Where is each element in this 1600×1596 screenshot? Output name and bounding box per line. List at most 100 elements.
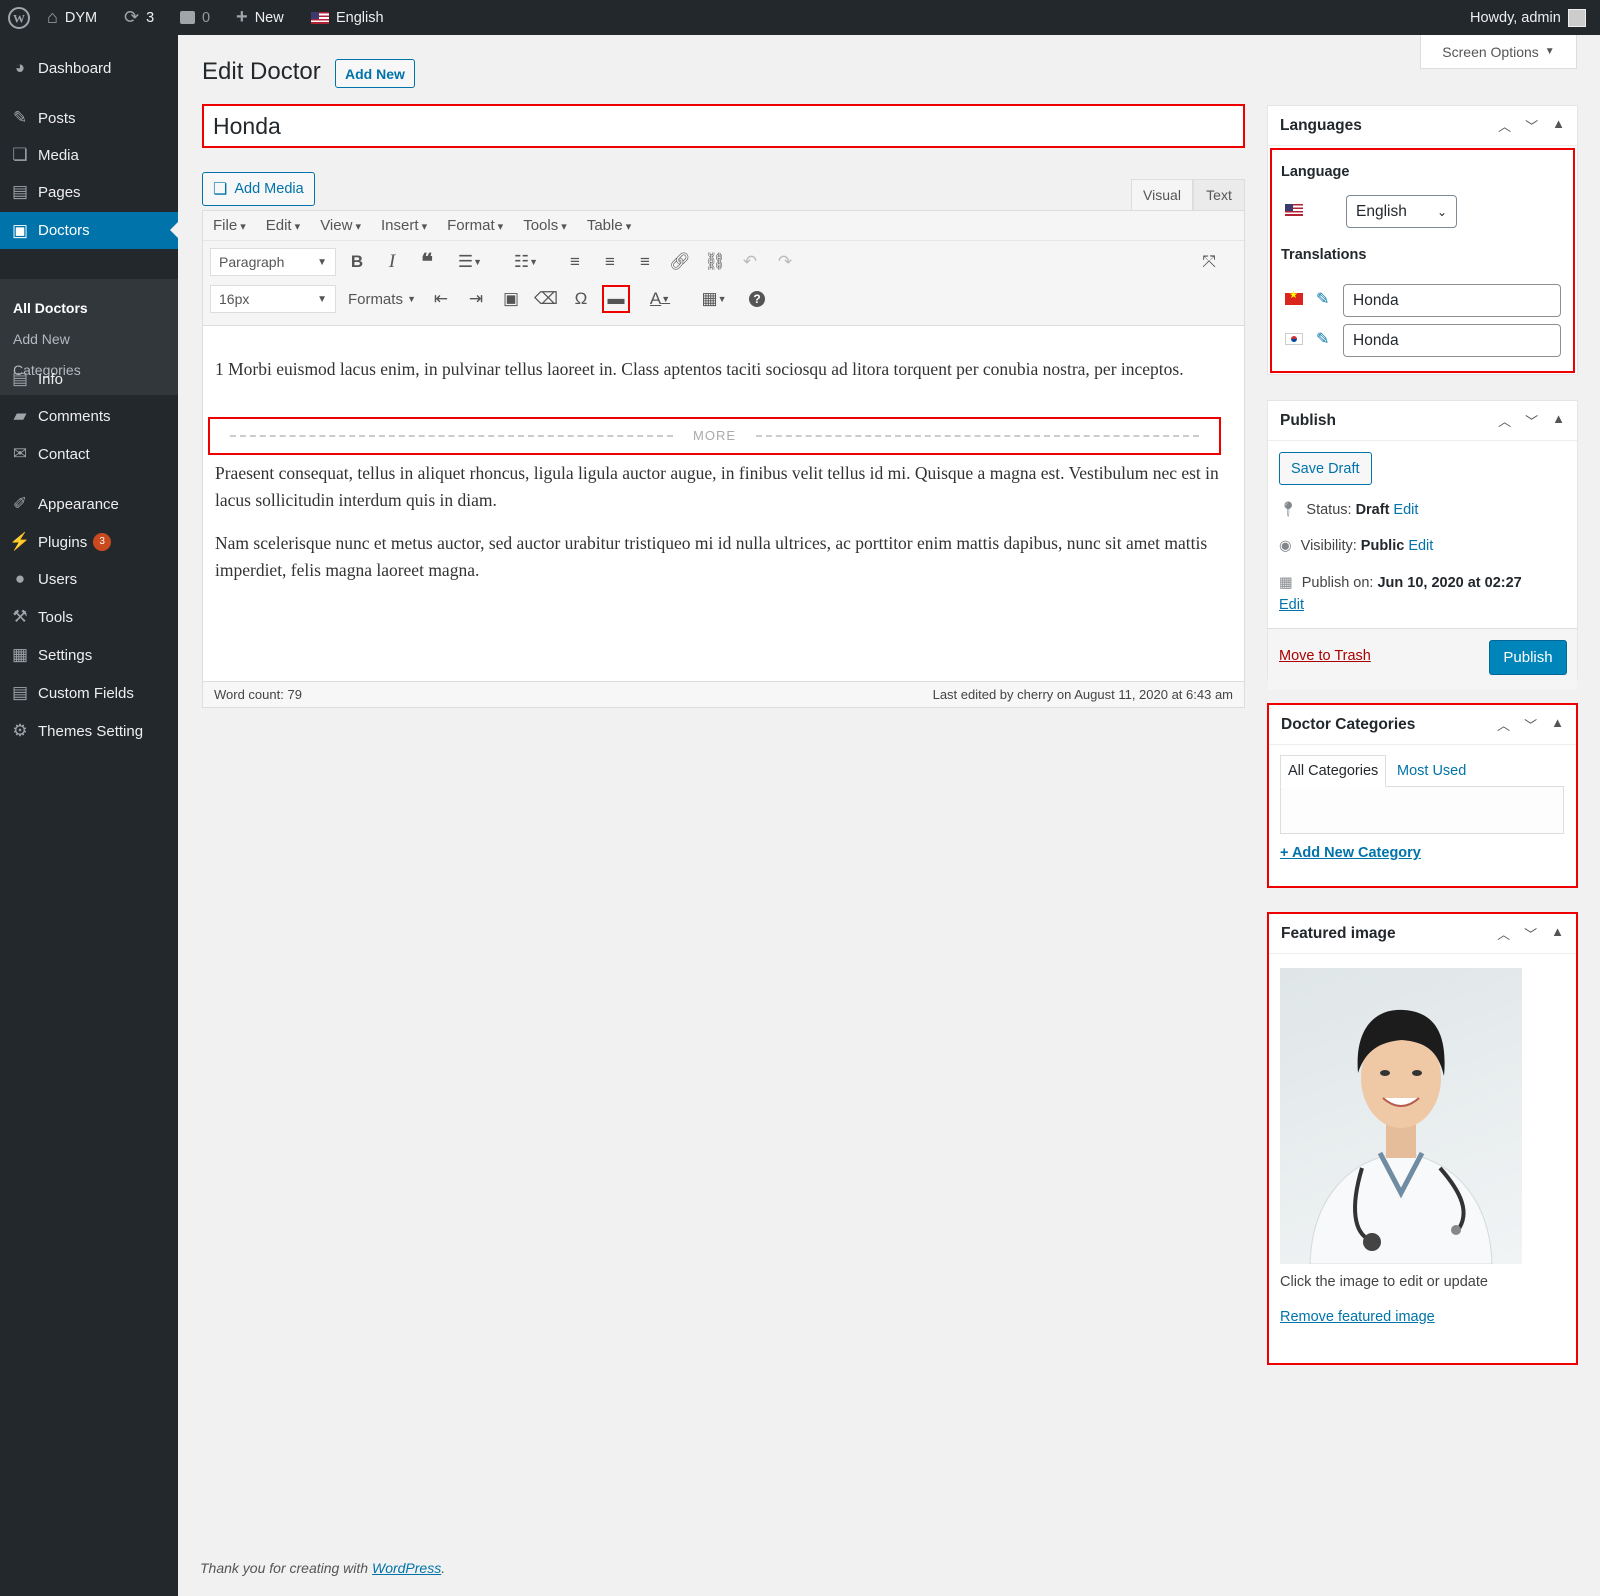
sidebar-item-posts[interactable]: ✎ Posts <box>0 100 178 136</box>
wordpress-logo-icon[interactable]: W <box>8 0 30 35</box>
bold-icon[interactable]: B <box>343 248 371 276</box>
sidebar-item-custom-fields[interactable]: ▤ Custom Fields <box>0 675 178 711</box>
align-center-icon[interactable]: ≡ <box>596 248 624 276</box>
formats-dropdown[interactable]: Formats ▼ <box>343 285 421 313</box>
clear-formatting-icon[interactable]: ⌫ <box>532 285 560 313</box>
align-right-icon[interactable]: ≡ <box>631 248 659 276</box>
publish-box: Publish ︿ ﹀ ▲ Save Draft 📍︎ Status: Draft … <box>1267 400 1578 690</box>
menu-file[interactable]: File <box>203 217 256 234</box>
translation-input-ko[interactable]: Honda <box>1343 324 1561 357</box>
insert-more-tag-icon[interactable]: ▬ <box>602 285 630 313</box>
us-flag-icon <box>1285 204 1303 216</box>
translation-input-vi[interactable]: Honda <box>1343 284 1561 317</box>
edit-status-link[interactable]: Edit <box>1393 502 1418 518</box>
sidebar-item-comments[interactable]: ▰ Comments <box>0 398 178 434</box>
italic-icon[interactable]: I <box>378 248 406 276</box>
edit-date-link[interactable]: Edit <box>1279 597 1304 613</box>
chevron-down-icon[interactable]: ﹀ <box>1525 411 1538 430</box>
brush-icon: ✐ <box>12 494 28 513</box>
sidebar-item-appearance[interactable]: ✐ Appearance <box>0 486 178 522</box>
blockquote-icon[interactable]: ❝ <box>413 248 441 276</box>
sidebar-item-pages[interactable]: ▤ Pages <box>0 174 178 210</box>
remove-featured-image-link[interactable]: Remove featured image <box>1280 1309 1435 1325</box>
submenu-add-new[interactable]: Add New <box>13 331 70 347</box>
my-account[interactable]: Howdy, admin <box>1470 0 1586 35</box>
sidebar-item-settings[interactable]: ▦ Settings <box>0 637 178 673</box>
language-switcher[interactable]: English <box>311 0 384 35</box>
table-icon[interactable]: ▦ ▼ <box>693 285 735 313</box>
toggle-arrow-icon[interactable]: ▲ <box>1551 715 1564 734</box>
toggle-arrow-icon[interactable]: ▲ <box>1552 411 1565 430</box>
tab-visual[interactable]: Visual <box>1131 179 1193 211</box>
sidebar-item-contact[interactable]: ✉ Contact <box>0 436 178 472</box>
submenu-all-doctors[interactable]: All Doctors <box>13 300 88 316</box>
redo-icon[interactable]: ↷ <box>771 248 799 276</box>
add-new-button[interactable]: Add New <box>335 59 415 88</box>
sidebar-item-themes-setting[interactable]: ⚙ Themes Setting <box>0 713 178 749</box>
chevron-up-icon[interactable]: ︿ <box>1497 715 1510 734</box>
categories-checklist[interactable] <box>1280 786 1564 834</box>
move-to-trash-link[interactable]: Move to Trash <box>1279 648 1371 664</box>
add-media-label: Add Media <box>234 181 304 197</box>
updates-link[interactable]: ⟳ 3 <box>124 0 154 35</box>
text-color-icon[interactable]: A ▼ <box>639 285 681 313</box>
outdent-icon[interactable]: ⇤ <box>427 285 455 313</box>
add-media-button[interactable]: ❏ Add Media <box>202 172 315 206</box>
sidebar-item-doctors[interactable]: ▣ Doctors <box>0 212 178 249</box>
save-draft-button[interactable]: Save Draft <box>1279 452 1372 485</box>
menu-format[interactable]: Format <box>437 217 513 234</box>
chevron-up-icon[interactable]: ︿ <box>1497 924 1510 943</box>
numbered-list-icon[interactable]: ☷ ▼ <box>505 248 547 276</box>
comments-link[interactable]: 0 <box>180 0 210 35</box>
post-title-input[interactable]: Honda <box>202 104 1245 148</box>
menu-edit[interactable]: Edit <box>256 217 310 234</box>
sidebar-item-tools[interactable]: ⚒ Tools <box>0 599 178 635</box>
chevron-up-icon[interactable]: ︿ <box>1498 411 1511 430</box>
edit-visibility-link[interactable]: Edit <box>1408 538 1433 554</box>
unlink-icon[interactable]: ⛓ <box>701 248 729 276</box>
add-new-category-link[interactable]: + Add New Category <box>1280 845 1421 861</box>
tab-text[interactable]: Text <box>1193 179 1245 211</box>
language-select[interactable]: English ⌄ <box>1346 195 1457 228</box>
link-icon[interactable]: 🔗︎ <box>666 248 694 276</box>
language-label: English <box>336 9 384 26</box>
menu-insert[interactable]: Insert <box>371 217 437 234</box>
publish-box-header: Publish ︿ ﹀ ▲ <box>1268 401 1577 441</box>
chevron-down-icon[interactable]: ﹀ <box>1524 924 1537 943</box>
sidebar-item-users[interactable]: ● Users <box>0 561 178 597</box>
screen-options-button[interactable]: Screen Options ▼ <box>1420 35 1577 69</box>
new-content-link[interactable]: + New <box>236 0 284 35</box>
chevron-down-icon[interactable]: ﹀ <box>1525 116 1538 135</box>
fullscreen-icon[interactable]: ⤧ <box>1195 248 1223 276</box>
sidebar-item-dashboard[interactable]: ◕ Dashboard <box>0 50 178 86</box>
sidebar-item-info[interactable]: ▤ Info <box>0 361 178 397</box>
toggle-arrow-icon[interactable]: ▲ <box>1552 116 1565 135</box>
pencil-icon[interactable]: ✎ <box>1316 329 1329 349</box>
sidebar-item-plugins[interactable]: ⚡ Plugins 3 <box>0 524 178 560</box>
undo-icon[interactable]: ↶ <box>736 248 764 276</box>
paragraph-select[interactable]: Paragraph ▼ <box>210 248 336 276</box>
chevron-up-icon[interactable]: ︿ <box>1498 116 1511 135</box>
tab-most-used[interactable]: Most Used <box>1390 755 1473 787</box>
help-icon[interactable]: ? <box>743 285 771 313</box>
menu-table[interactable]: Table <box>577 217 641 234</box>
menu-tools[interactable]: Tools <box>513 217 577 234</box>
toggle-arrow-icon[interactable]: ▲ <box>1551 924 1564 943</box>
pencil-icon[interactable]: ✎ <box>1316 289 1329 309</box>
paste-text-icon[interactable]: ▣ <box>497 285 525 313</box>
site-name-link[interactable]: ⌂ DYM <box>47 0 97 35</box>
sidebar-item-media[interactable]: ❏ Media <box>0 137 178 173</box>
editor-content[interactable]: 1 Morbi euismod lacus enim, in pulvinar … <box>203 327 1244 675</box>
bullet-list-icon[interactable]: ☰ ▼ <box>449 248 491 276</box>
align-left-icon[interactable]: ≡ <box>561 248 589 276</box>
special-character-icon[interactable]: Ω <box>567 285 595 313</box>
tab-all-categories[interactable]: All Categories <box>1280 755 1387 787</box>
more-tag-divider[interactable]: MORE <box>208 417 1221 455</box>
publish-button[interactable]: Publish <box>1489 640 1567 675</box>
menu-view[interactable]: View <box>310 217 371 234</box>
font-size-select[interactable]: 16px ▼ <box>210 285 336 313</box>
wordpress-link[interactable]: WordPress <box>372 1560 441 1576</box>
indent-icon[interactable]: ⇥ <box>462 285 490 313</box>
chevron-down-icon[interactable]: ﹀ <box>1524 715 1537 734</box>
featured-image-thumbnail[interactable] <box>1280 968 1522 1264</box>
